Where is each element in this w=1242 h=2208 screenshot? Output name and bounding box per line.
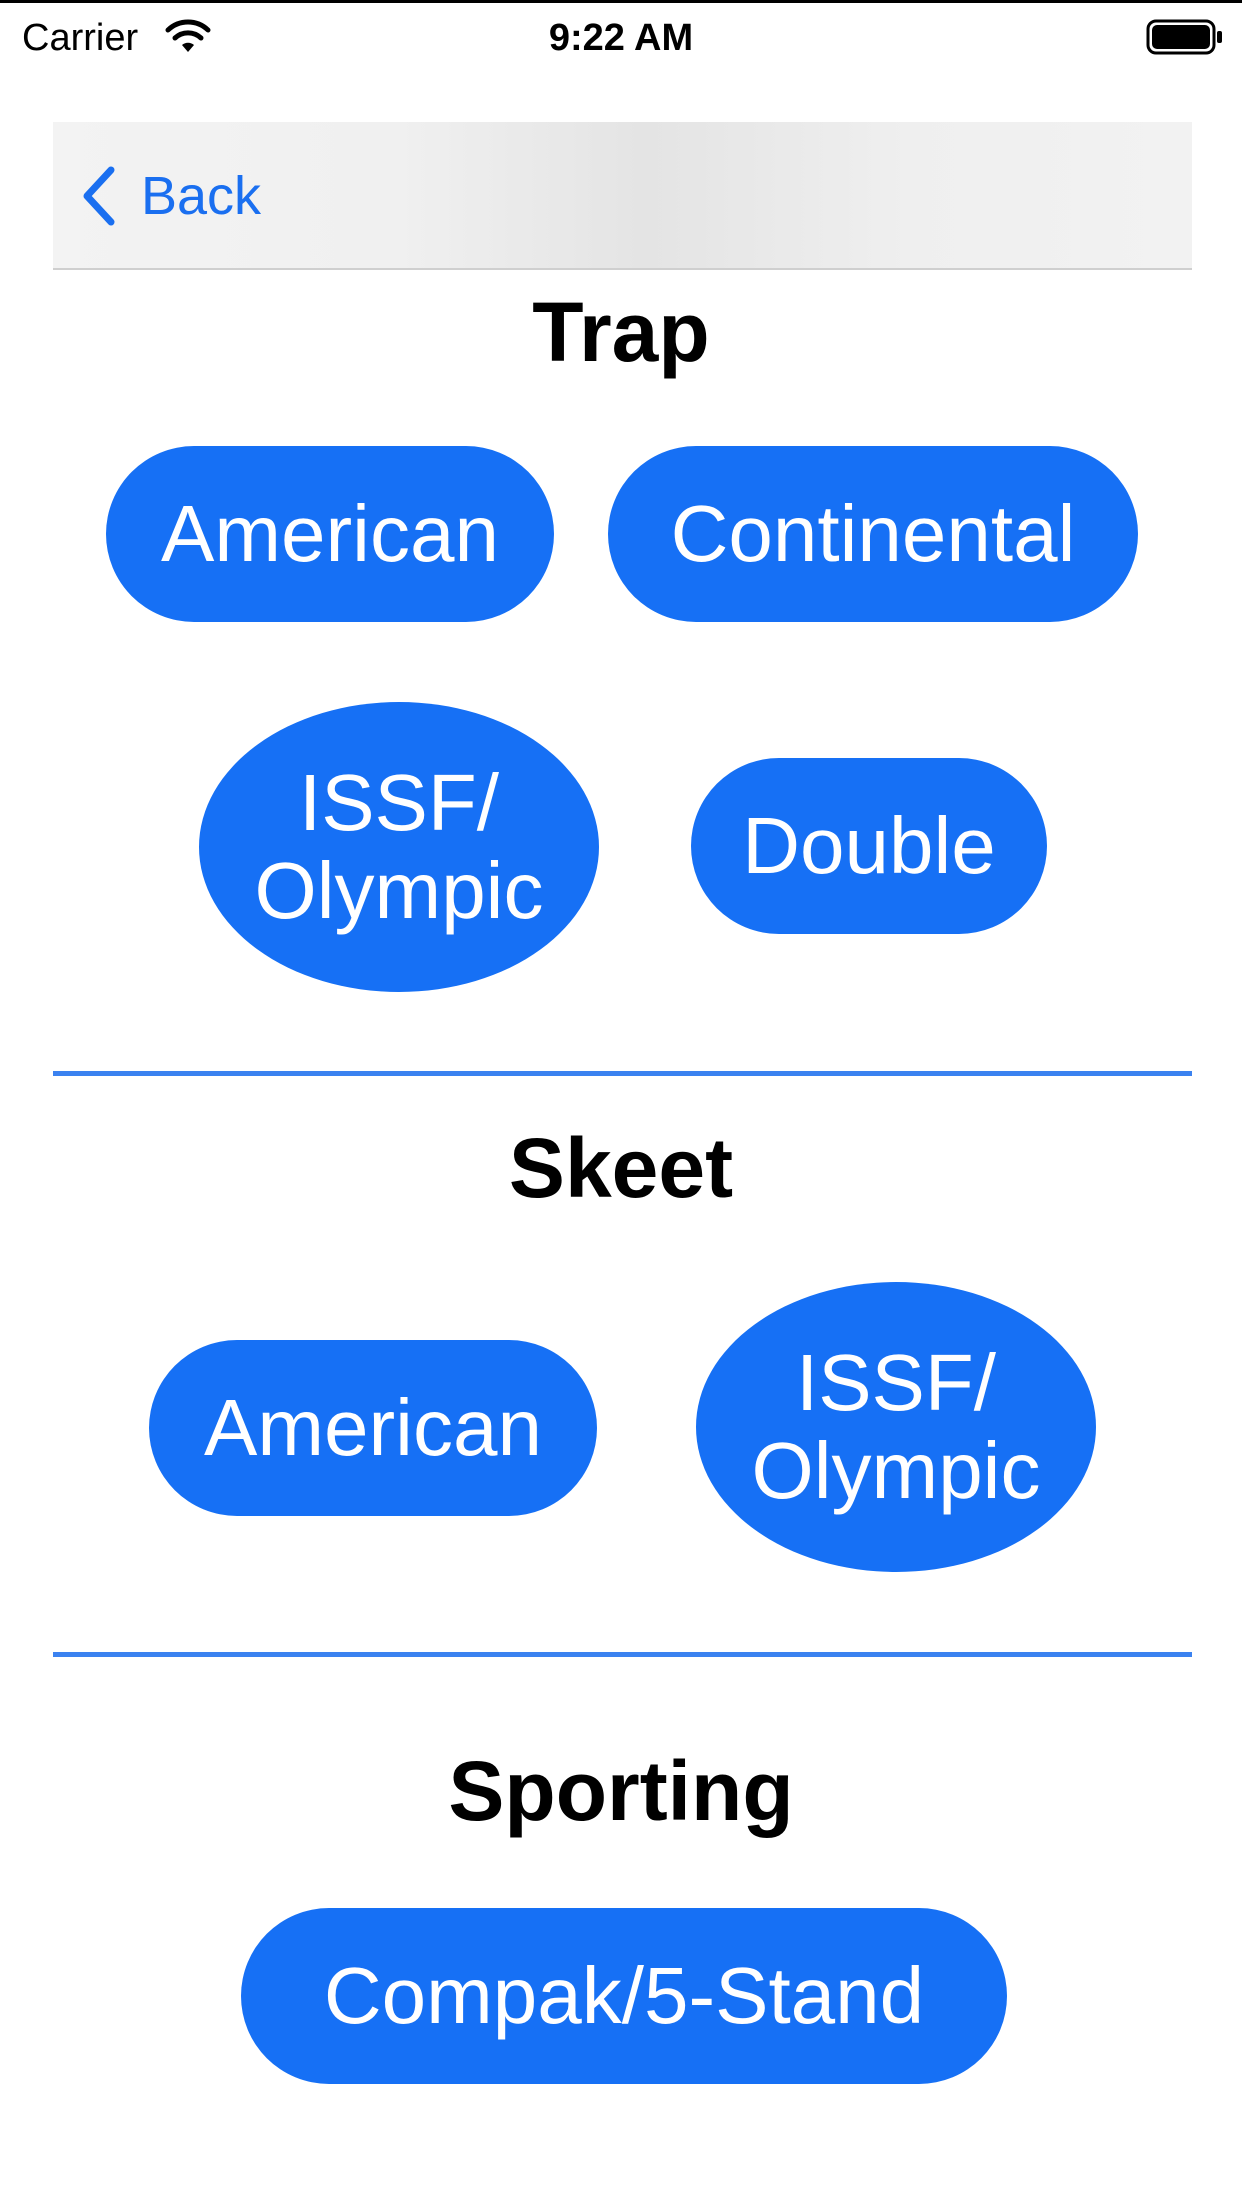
sporting-compak-5-stand-button[interactable]: Compak/5-Stand [241,1908,1007,2084]
trap-issf-olympic-button[interactable]: ISSF/ Olympic [199,702,599,992]
button-label: Continental [670,489,1076,578]
section-title-sporting: Sporting [448,1744,794,1838]
section-title-skeet: Skeet [508,1121,734,1215]
section-title-trap: Trap [532,285,710,379]
status-bar: Carrier 9:22 AM [0,0,1242,70]
trap-continental-button[interactable]: Continental [608,446,1138,622]
button-label: American [204,1383,542,1472]
top-border [0,0,1242,3]
back-label: Back [141,166,262,226]
button-label: Compak/5-Stand [323,1951,925,2040]
back-button[interactable]: Back [79,156,261,236]
trap-american-button[interactable]: American [106,446,554,622]
skeet-issf-olympic-button[interactable]: ISSF/ Olympic [696,1282,1096,1572]
section-divider [53,1652,1192,1657]
battery-icon [1146,19,1222,55]
button-label: ISSF/ Olympic [751,1338,1041,1515]
button-label: ISSF/ Olympic [254,758,544,935]
navigation-bar: Back [53,122,1192,270]
skeet-american-button[interactable]: American [149,1340,597,1516]
button-label: Double [742,801,996,890]
button-label: American [161,489,499,578]
trap-double-button[interactable]: Double [691,758,1047,934]
status-time: 9:22 AM [548,17,694,59]
section-divider [53,1071,1192,1076]
chevron-left-icon [83,166,115,226]
